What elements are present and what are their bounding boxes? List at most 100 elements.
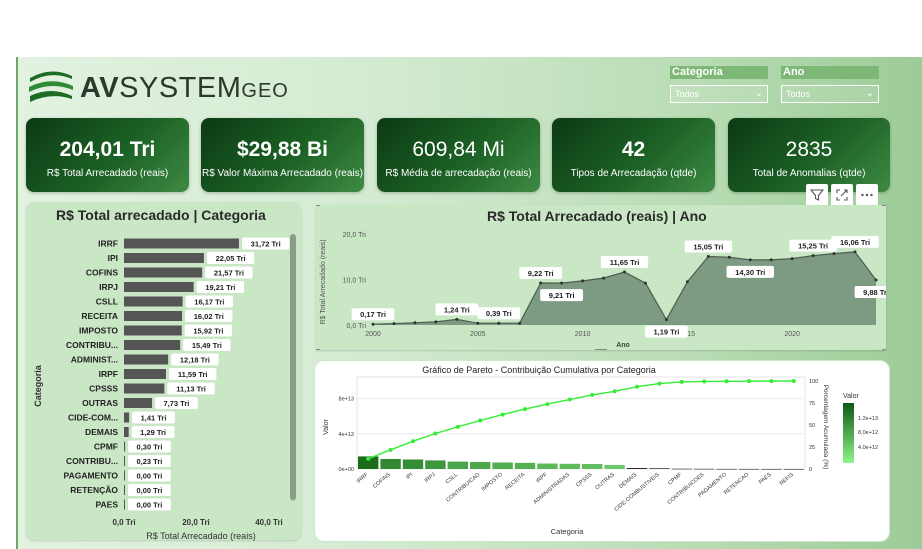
x-tick-label: IMPOSTO bbox=[481, 471, 505, 492]
cumulative-point bbox=[657, 381, 662, 386]
y-axis-title: Categoria bbox=[33, 364, 43, 407]
legend-tick: 1.2e+13 bbox=[858, 416, 878, 422]
x-tick-label: RETENCAO bbox=[723, 471, 751, 496]
filter-icon[interactable] bbox=[806, 184, 828, 206]
slicer-ano-dropdown[interactable]: Todos ⌄ bbox=[781, 85, 879, 103]
area-point bbox=[811, 254, 815, 258]
slicer-categoria-value: Todos bbox=[675, 89, 700, 99]
category-bar bbox=[124, 325, 182, 336]
category-chart-title: R$ Total arrecadado | Categoria bbox=[56, 207, 266, 223]
category-bar bbox=[124, 456, 125, 466]
pareto-bar bbox=[671, 468, 692, 470]
legend-title: Valor bbox=[843, 393, 859, 400]
kpi-valor-maximo[interactable]: $29,88 Bi R$ Valor Máxima Arrecadado (re… bbox=[201, 118, 364, 192]
visual-header-icons bbox=[806, 184, 878, 206]
x-axis-title: R$ Total Arrecadado (reais) bbox=[146, 531, 255, 541]
y-tick-label: 0,0 Tri bbox=[347, 323, 367, 330]
kpi-value: $29,88 Bi bbox=[236, 138, 329, 161]
data-label: 11,59 Tri bbox=[178, 370, 208, 379]
chart-scrollbar-thumb[interactable] bbox=[290, 234, 296, 500]
category-bar bbox=[124, 238, 239, 249]
x-tick-label: DEMAIS bbox=[618, 472, 638, 490]
data-label: 9,21 Tri bbox=[549, 291, 575, 300]
data-label: 12,18 Tri bbox=[180, 356, 210, 365]
kpi-label: Total de Anomalias (qtde) bbox=[752, 168, 866, 179]
brand-logo-icon bbox=[29, 71, 73, 102]
legend-tick: 4.0e+12 bbox=[858, 445, 878, 451]
cumulative-point bbox=[455, 424, 460, 429]
kpi-total-arrecadado[interactable]: 204,01 Tri R$ Total Arrecadado (reais) bbox=[26, 118, 189, 192]
category-bar bbox=[124, 412, 130, 423]
cumulative-point bbox=[635, 384, 639, 389]
category-bar-chart[interactable]: Categoria R$ Total Arrecadado (reais) 0,… bbox=[26, 226, 301, 544]
area-point bbox=[434, 320, 438, 324]
category-bar bbox=[124, 499, 125, 510]
brand-logo: AVSYSTEMGEO bbox=[28, 66, 288, 108]
pareto-bar bbox=[626, 468, 648, 469]
category-bar bbox=[124, 485, 125, 495]
pareto-bar bbox=[783, 468, 804, 470]
area-point bbox=[874, 278, 878, 282]
area-point bbox=[581, 279, 585, 283]
kpi-media-arrecadacao[interactable]: 609,84 Mi R$ Média de arrecadação (reais… bbox=[377, 118, 540, 192]
slicer-categoria-dropdown[interactable]: Todos ⌄ bbox=[670, 85, 768, 103]
kpi-value: 2835 bbox=[785, 138, 833, 161]
chevron-down-icon: ⌄ bbox=[865, 88, 874, 99]
slicer-ano: Ano Todos ⌄ bbox=[781, 66, 879, 103]
pareto-bar bbox=[402, 459, 424, 469]
x-tick-label: PAES bbox=[758, 472, 773, 486]
focus-mode-icon[interactable] bbox=[831, 184, 853, 206]
kpi-total-anomalias[interactable]: 2835 Total de Anomalias (qtde) bbox=[728, 118, 890, 192]
y-axis-title: R$ Total Arrecadado (reais) bbox=[320, 239, 327, 324]
area-point bbox=[392, 322, 396, 326]
legend-tick: 8.0e+12 bbox=[858, 430, 878, 436]
category-label: IRRF bbox=[98, 239, 118, 249]
area-point bbox=[623, 270, 626, 274]
kpi-tipos-arrecadacao[interactable]: 42 Tipos de Arrecadação (qtde) bbox=[552, 118, 715, 192]
area-point bbox=[560, 281, 564, 285]
data-label: 11,13 Tri bbox=[176, 385, 206, 394]
data-label: 1,41 Tri bbox=[141, 414, 167, 423]
data-label: 0,30 Tri bbox=[137, 443, 163, 452]
category-bar bbox=[124, 311, 183, 321]
more-options-icon[interactable] bbox=[856, 184, 878, 206]
area-point bbox=[748, 258, 752, 262]
category-label: CPSSS bbox=[89, 384, 118, 394]
data-label: 16,06 Tri bbox=[840, 238, 870, 247]
y-axis-title: Valor bbox=[323, 418, 330, 434]
area-point bbox=[539, 281, 543, 285]
area-point bbox=[371, 322, 375, 326]
cumulative-point bbox=[702, 379, 707, 384]
data-label: 0,00 Tri bbox=[136, 472, 162, 481]
category-bar bbox=[124, 427, 129, 437]
x-tick-label: CPMF bbox=[667, 472, 683, 487]
x-tick-label: RECEITA bbox=[504, 472, 526, 492]
area-point bbox=[476, 321, 480, 325]
category-label: IRPJ bbox=[99, 282, 118, 292]
data-label: 19,21 Tri bbox=[205, 283, 235, 292]
year-area-chart[interactable]: R$ Total Arrecadado (reais) Ano 0,0 Tri 1… bbox=[316, 205, 886, 350]
category-bar bbox=[124, 441, 126, 452]
cumulative-point bbox=[411, 439, 415, 444]
x-tick-label: 2010 bbox=[575, 331, 591, 338]
y-tick-label: 0e+00 bbox=[339, 467, 354, 473]
cumulative-point bbox=[590, 392, 595, 397]
cumulative-point bbox=[545, 402, 550, 407]
category-bar bbox=[124, 369, 167, 379]
data-label: 22,05 Tri bbox=[216, 254, 246, 263]
data-label: 31,72 Tri bbox=[251, 240, 281, 249]
category-bar bbox=[124, 253, 204, 263]
category-bar bbox=[124, 398, 153, 408]
data-label: 1,24 Tri bbox=[444, 305, 470, 314]
category-label: CSLL bbox=[96, 297, 118, 307]
x-axis-title: Ano bbox=[616, 342, 630, 349]
category-bar bbox=[124, 340, 181, 350]
category-label: CONTRIBU... bbox=[66, 456, 118, 466]
kpi-value: 609,84 Mi bbox=[412, 138, 505, 161]
pareto-bar bbox=[716, 468, 737, 470]
x-tick-label: 2000 bbox=[365, 331, 381, 338]
pareto-bar bbox=[470, 461, 491, 469]
slicer-categoria: Categoria Todos ⌄ bbox=[670, 66, 768, 103]
pareto-chart[interactable]: Gráfico de Pareto - Contribuição Cumulat… bbox=[315, 361, 890, 542]
category-label: CIDE-COM... bbox=[68, 413, 118, 423]
